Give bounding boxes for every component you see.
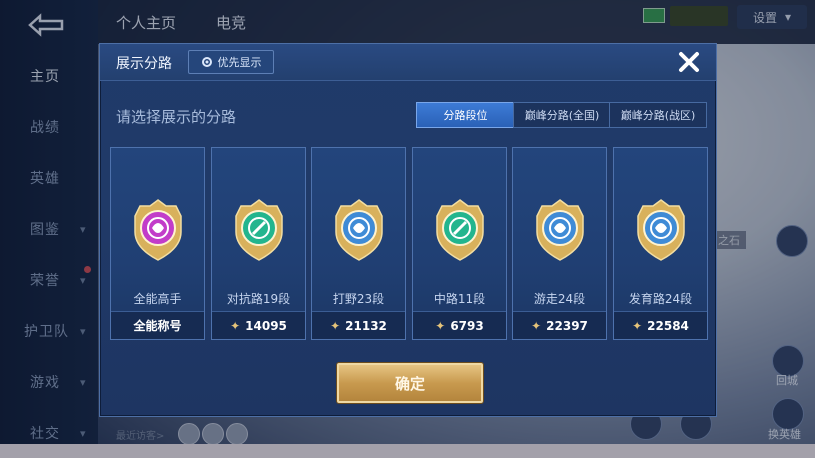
lane-card[interactable]: 中路11段 ✦ 6793 — [412, 147, 507, 340]
score-icon: ✦ — [330, 318, 341, 333]
lane-card-title: 对抗路19段 — [226, 292, 291, 306]
tab-segment-label: 分路段位 — [443, 109, 488, 122]
lane-card-title: 游走24段 — [533, 292, 586, 306]
lane-card-title: 发育路24段 — [628, 292, 693, 306]
close-icon — [679, 52, 699, 72]
gear-icon — [201, 57, 212, 67]
roam-medal-icon — [533, 198, 587, 262]
lane-card-footer: ✦ 6793 — [413, 311, 506, 339]
priority-display-button[interactable]: 优先显示 — [188, 50, 274, 74]
score-icon: ✦ — [531, 318, 542, 333]
confirm-button[interactable]: 确定 — [337, 363, 483, 403]
priority-display-label: 优先显示 — [217, 56, 262, 69]
score-icon: ✦ — [632, 318, 643, 333]
lane-card-title: 打野23段 — [332, 292, 385, 306]
lane-card[interactable]: 打野23段 ✦ 21132 — [311, 147, 406, 340]
lane-card-score: 22397 — [546, 318, 588, 333]
tab-segment[interactable]: 巅峰分路(全国) — [513, 102, 611, 128]
lane-card-footer: 全能称号 — [111, 311, 204, 339]
lane-card[interactable]: 对抗路19段 ✦ 14095 — [211, 147, 306, 340]
tab-segment[interactable]: 巅峰分路(战区) — [609, 102, 707, 128]
lane-card-footer: ✦ 14095 — [212, 311, 305, 339]
lane-card-score: 14095 — [245, 318, 287, 333]
allround-medal-icon — [131, 198, 185, 262]
lane-card-title: 全能高手 — [133, 292, 182, 306]
score-icon: ✦ — [230, 318, 241, 333]
dialog-title: 展示分路 — [116, 56, 172, 72]
lane-card[interactable]: 游走24段 ✦ 22397 — [512, 147, 607, 340]
lane-card-footer: ✦ 22397 — [513, 311, 606, 339]
lane-card[interactable]: 发育路24段 ✦ 22584 — [613, 147, 708, 340]
lane-card-footer: ✦ 22584 — [614, 311, 707, 339]
lane-card-footer: ✦ 21132 — [312, 311, 405, 339]
top-lane-medal-icon — [232, 198, 286, 262]
tab-segment[interactable]: 分路段位 — [416, 102, 515, 128]
lane-card-score: 22584 — [647, 318, 689, 333]
lane-card-score: 21132 — [345, 318, 387, 333]
display-lane-dialog: 展示分路 优先显示 请选择展示的分路 分路段位 巅峰分路(全国) 巅峰分路(战区) … — [99, 43, 717, 417]
jungle-medal-icon — [332, 198, 386, 262]
lane-card-score: 6793 — [450, 318, 484, 333]
dialog-subtitle: 请选择展示的分路 — [116, 108, 237, 126]
lane-card-score: 全能称号 — [133, 319, 182, 333]
close-button[interactable] — [676, 49, 702, 75]
score-icon: ✦ — [435, 318, 446, 333]
lane-card-title: 中路11段 — [433, 292, 486, 306]
dialog-header: 展示分路 优先显示 — [100, 44, 716, 81]
lane-card[interactable]: 全能高手 全能称号 — [110, 147, 205, 340]
confirm-label: 确定 — [394, 374, 425, 393]
tab-segment-label: 巅峰分路(战区) — [620, 109, 696, 122]
tab-segment-label: 巅峰分路(全国) — [524, 109, 600, 122]
farm-lane-medal-icon — [634, 198, 688, 262]
mid-lane-medal-icon — [433, 198, 487, 262]
